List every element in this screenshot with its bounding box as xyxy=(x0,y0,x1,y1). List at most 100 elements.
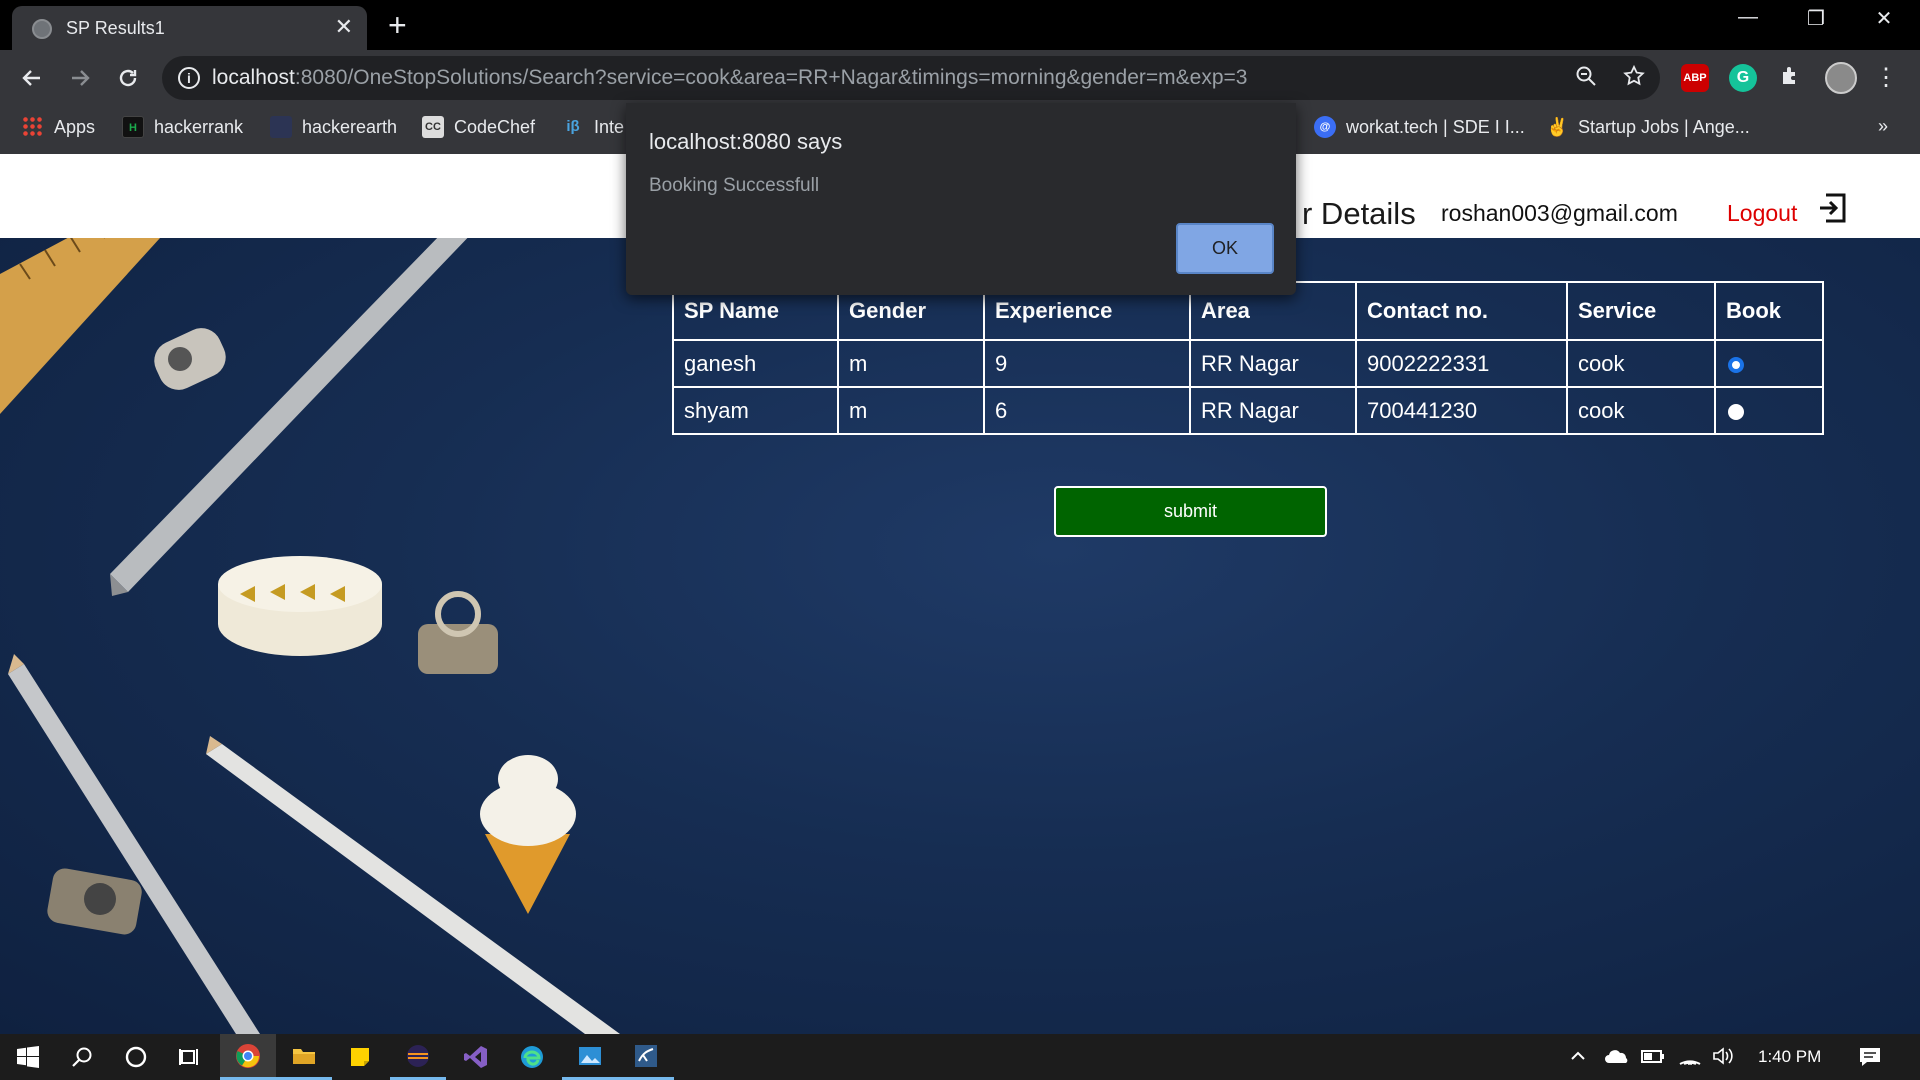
reload-icon xyxy=(119,69,137,87)
taskbar-mysql-workbench[interactable] xyxy=(618,1034,674,1080)
logout-icon[interactable] xyxy=(1818,192,1848,224)
apps-grid-icon xyxy=(22,116,44,138)
clock[interactable]: 1:40 PM xyxy=(1758,1047,1821,1067)
start-button[interactable] xyxy=(0,1034,56,1080)
table-row: ganesh m 9 RR Nagar 9002222331 cook xyxy=(672,339,1824,388)
globe-icon xyxy=(32,19,52,39)
alert-dialog: localhost:8080 says Booking Successfull … xyxy=(626,103,1296,295)
volume-icon[interactable] xyxy=(1712,1046,1736,1071)
cell-book xyxy=(1714,339,1824,388)
cell-book xyxy=(1714,386,1824,435)
eclipse-icon xyxy=(407,1044,429,1067)
adblock-icon[interactable]: ABP xyxy=(1681,64,1709,92)
workat-icon: @ xyxy=(1314,116,1336,138)
dialog-message: Booking Successfull xyxy=(649,175,820,196)
address-bar[interactable]: i localhost:8080/OneStopSolutions/Search… xyxy=(162,56,1660,100)
book-radio[interactable] xyxy=(1728,403,1744,420)
sticky-note-icon xyxy=(351,1048,369,1066)
codechef-icon: CC xyxy=(422,116,444,138)
taskbar-file-explorer[interactable] xyxy=(276,1034,332,1080)
zoom-icon[interactable] xyxy=(1574,64,1598,94)
cell-contact: 700441230 xyxy=(1355,386,1568,435)
cortana-button[interactable] xyxy=(108,1034,164,1080)
tab-close-button[interactable]: ✕ xyxy=(335,15,353,39)
battery-icon[interactable] xyxy=(1640,1046,1666,1071)
bookmark-interviewbit[interactable]: iβ Inte xyxy=(562,116,624,138)
chevron-up-icon[interactable] xyxy=(1568,1046,1588,1071)
reload-button[interactable] xyxy=(110,60,146,96)
taskbar-sticky-notes[interactable] xyxy=(332,1034,388,1080)
arrow-right-icon xyxy=(72,70,90,86)
taskbar-chrome[interactable] xyxy=(220,1034,276,1080)
cell-service: cook xyxy=(1566,386,1716,435)
page-title: r Details xyxy=(1302,196,1416,231)
onedrive-icon[interactable] xyxy=(1604,1046,1630,1071)
wifi-icon[interactable] xyxy=(1678,1046,1702,1071)
dialog-ok-button[interactable]: OK xyxy=(1176,223,1274,274)
minimize-button[interactable]: — xyxy=(1728,6,1768,29)
search-icon xyxy=(72,1047,92,1067)
notification-icon[interactable] xyxy=(1858,1046,1882,1073)
browser-tab[interactable]: SP Results1 ✕ xyxy=(12,6,367,50)
workbench-icon xyxy=(635,1044,657,1067)
forward-button[interactable] xyxy=(62,60,98,96)
bookmark-workat[interactable]: @ workat.tech | SDE I I... xyxy=(1314,116,1525,138)
grammarly-icon[interactable]: G xyxy=(1729,64,1757,92)
bookmark-apps[interactable]: Apps xyxy=(22,116,95,138)
bookmarks-overflow-button[interactable]: » xyxy=(1878,116,1888,137)
chrome-icon xyxy=(236,1043,260,1068)
bookmark-hackerearth[interactable]: hackerearth xyxy=(270,116,397,138)
user-email: roshan003@gmail.com xyxy=(1441,200,1678,226)
cell-gender: m xyxy=(837,339,985,388)
restore-button[interactable]: ❐ xyxy=(1796,6,1836,31)
cell-experience: 9 xyxy=(983,339,1191,388)
task-view-button[interactable] xyxy=(162,1034,218,1080)
bookmark-codechef[interactable]: CC CodeChef xyxy=(422,116,535,138)
info-icon[interactable]: i xyxy=(178,67,200,89)
back-button[interactable] xyxy=(14,60,50,96)
url-text: localhost:8080/OneStopSolutions/Search?s… xyxy=(212,66,1248,89)
cell-sp-name: shyam xyxy=(672,386,839,435)
star-icon[interactable] xyxy=(1622,64,1646,94)
window-close-button[interactable]: ✕ xyxy=(1864,6,1904,31)
folder-icon xyxy=(293,1048,315,1064)
tab-strip: SP Results1 ✕ + — ❐ ✕ xyxy=(0,0,1920,50)
new-tab-button[interactable]: + xyxy=(388,8,407,42)
edge-icon xyxy=(521,1046,543,1068)
visual-studio-icon xyxy=(464,1046,487,1068)
desk-decoration-image xyxy=(0,194,620,1034)
photos-icon xyxy=(579,1046,601,1065)
taskbar-photos[interactable] xyxy=(562,1034,618,1080)
cell-gender: m xyxy=(837,386,985,435)
hackerearth-icon xyxy=(270,116,292,138)
victory-hand-icon: ✌ xyxy=(1546,117,1569,137)
book-radio[interactable] xyxy=(1728,356,1744,373)
profile-avatar[interactable] xyxy=(1825,62,1857,94)
taskbar-edge[interactable] xyxy=(504,1034,560,1080)
hackerrank-icon: H xyxy=(122,116,144,138)
arrow-left-icon xyxy=(22,70,40,86)
taskbar-eclipse[interactable] xyxy=(390,1034,446,1080)
cell-area: RR Nagar xyxy=(1189,386,1357,435)
task-view-icon xyxy=(179,1049,198,1065)
menu-dots-icon[interactable]: ⋮ xyxy=(1868,60,1904,96)
submit-button[interactable]: submit xyxy=(1054,486,1327,537)
cell-area: RR Nagar xyxy=(1189,339,1357,388)
column-header: Service xyxy=(1566,281,1716,341)
tab-title: SP Results1 xyxy=(66,18,165,38)
windows-logo-icon xyxy=(17,1046,39,1068)
cortana-icon xyxy=(125,1046,147,1068)
bookmark-hackerrank[interactable]: H hackerrank xyxy=(122,116,243,138)
taskbar-visual-studio[interactable] xyxy=(448,1034,504,1080)
column-header: Contact no. xyxy=(1355,281,1568,341)
cell-experience: 6 xyxy=(983,386,1191,435)
logout-link[interactable]: Logout xyxy=(1727,200,1797,227)
interviewbit-icon: iβ xyxy=(566,118,580,135)
puzzle-icon[interactable] xyxy=(1777,64,1805,92)
dialog-title: localhost:8080 says xyxy=(649,129,843,154)
cell-service: cook xyxy=(1566,339,1716,388)
bookmark-angellist[interactable]: ✌ Startup Jobs | Ange... xyxy=(1546,116,1750,138)
windows-taskbar: 1:40 PM xyxy=(0,1034,1920,1080)
search-button[interactable] xyxy=(54,1034,110,1080)
results-table: SP Name Gender Experience Area Contact n… xyxy=(672,281,1824,435)
